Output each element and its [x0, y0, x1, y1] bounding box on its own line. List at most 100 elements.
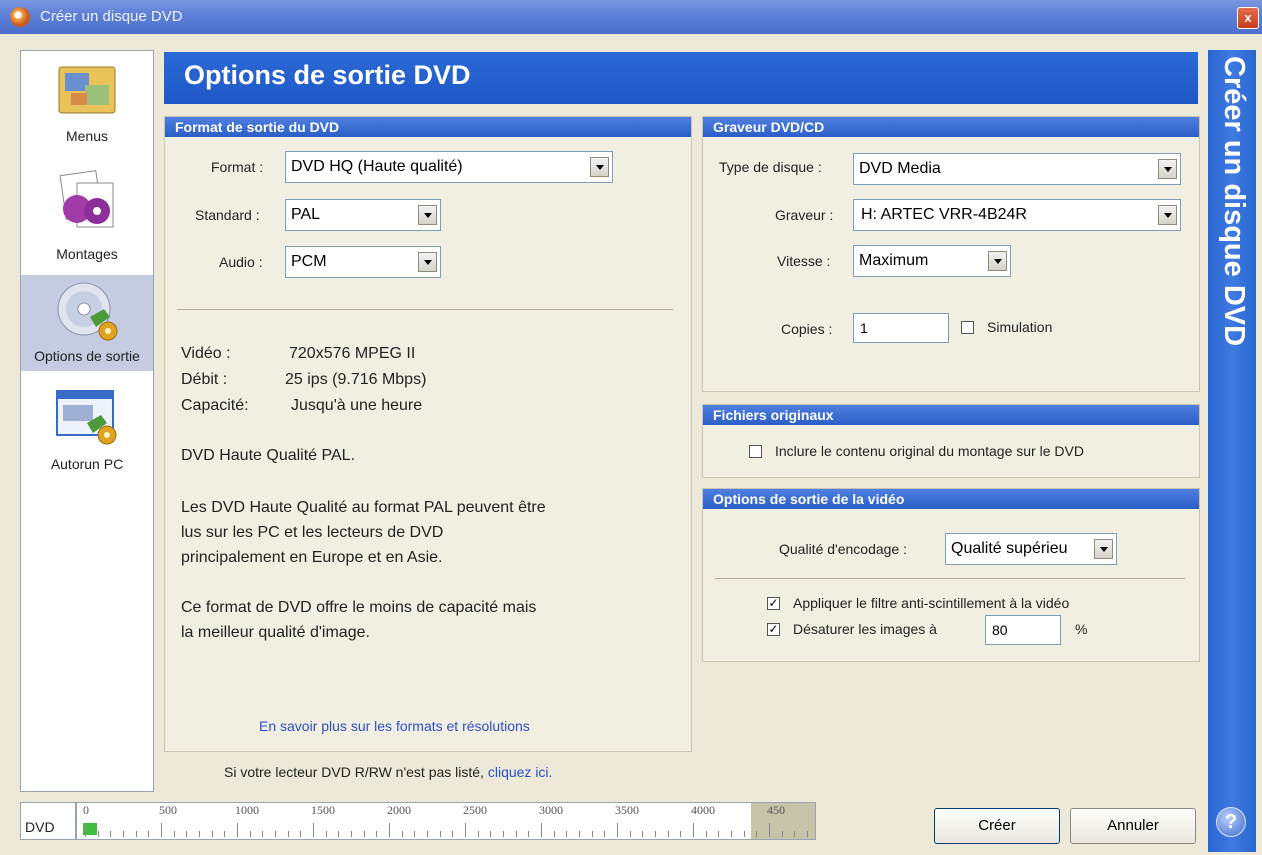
- sidebar-item-label: Menus: [65, 128, 109, 144]
- format-description-line: lus sur les PC et les lecteurs de DVD: [181, 524, 444, 541]
- disc-type-label: Type de disque :: [719, 159, 822, 175]
- title-bar: Créer un disque DVD x: [0, 0, 1262, 34]
- create-button[interactable]: Créer: [934, 808, 1060, 844]
- capacity-tick: [123, 831, 124, 837]
- capacity-tick: [465, 823, 466, 837]
- speed-select[interactable]: Maximum: [853, 245, 1011, 277]
- include-originals-label: Inclure le contenu original du montage s…: [775, 443, 1084, 459]
- capacity-tick: [617, 823, 618, 837]
- capacity-tick: [313, 823, 314, 837]
- capacity-tick: [275, 831, 276, 837]
- capacity-tick: [718, 831, 720, 837]
- sidebar-item-autorun[interactable]: Autorun PC: [21, 381, 153, 481]
- chevron-down-icon[interactable]: [418, 205, 437, 225]
- disc-type-value: DVD Media: [859, 160, 941, 177]
- desaturate-input[interactable]: 80: [985, 615, 1061, 645]
- burner-select[interactable]: H: ARTEC VRR-4B24R: [853, 199, 1181, 231]
- simulation-checkbox[interactable]: [961, 321, 974, 334]
- standard-select[interactable]: PAL: [285, 199, 441, 231]
- capacity-tick: [579, 831, 580, 837]
- video-value: 720x576 MPEG II: [289, 345, 416, 362]
- quality-select[interactable]: Qualité supérieu: [945, 533, 1117, 565]
- video-output-panel-header: Options de sortie de la vidéo: [703, 489, 1199, 509]
- capacity-tick: [503, 831, 504, 837]
- capacity-tick: [807, 831, 808, 837]
- chevron-down-icon[interactable]: [988, 251, 1007, 271]
- capacity-tick: [338, 831, 340, 837]
- format-select[interactable]: DVD HQ (Haute qualité): [285, 151, 613, 183]
- chevron-down-icon[interactable]: [418, 252, 437, 272]
- close-button[interactable]: x: [1237, 7, 1259, 29]
- audio-value: PCM: [291, 253, 327, 270]
- simulation-label: Simulation: [987, 319, 1053, 335]
- rate-label: Débit :: [181, 371, 228, 388]
- burner-value: H: ARTEC VRR-4B24R: [861, 206, 1027, 223]
- burner-label: Graveur :: [775, 207, 834, 223]
- format-description-line: Ce format de DVD offre le moins de capac…: [181, 599, 537, 616]
- capacity-tick: [300, 831, 302, 837]
- copies-input[interactable]: 1: [853, 313, 949, 343]
- help-icon[interactable]: ?: [1216, 807, 1246, 837]
- divider: [715, 578, 1185, 579]
- capacity-tick: [186, 831, 188, 837]
- capacity-tick: [541, 823, 542, 837]
- burner-panel-header: Graveur DVD/CD: [703, 117, 1199, 137]
- capacity-tick: [211, 831, 213, 837]
- capacity-tick-label: 2500: [463, 803, 487, 817]
- speed-value: Maximum: [859, 252, 929, 269]
- format-description-line: principalement en Europe et en Asie.: [181, 549, 443, 566]
- capacity-tick: [97, 831, 99, 837]
- capacity-tick: [528, 831, 530, 837]
- chevron-down-icon[interactable]: [1158, 159, 1177, 179]
- standard-label: Standard :: [195, 207, 260, 223]
- chevron-down-icon[interactable]: [1158, 205, 1177, 225]
- learn-more-link[interactable]: En savoir plus sur les formats et résolu…: [259, 718, 530, 734]
- capacity-bar-label-box: DVD: [20, 802, 76, 840]
- capacity-tick: [515, 831, 517, 837]
- capacity-tick: [604, 831, 606, 837]
- sidebar-item-menus[interactable]: Menus: [21, 57, 153, 161]
- quality-label: Qualité d'encodage :: [779, 541, 907, 557]
- capacity-tick: [591, 831, 593, 837]
- chevron-down-icon[interactable]: [590, 157, 609, 177]
- format-description-title: DVD Haute Qualité PAL.: [181, 447, 356, 464]
- format-panel-header: Format de sortie du DVD: [165, 117, 691, 137]
- cancel-button[interactable]: Annuler: [1070, 808, 1196, 844]
- capacity-tick: [173, 831, 175, 837]
- montages-icon: [59, 170, 114, 228]
- capacity-tick: [693, 823, 694, 837]
- capacity-tick: [667, 831, 669, 837]
- capacity-value: Jusqu'à une heure: [291, 397, 423, 414]
- desaturate-label: Désaturer les images à: [793, 621, 937, 637]
- capacity-tick: [756, 831, 758, 837]
- sidebar: Menus Montages Options de sortie Autorun…: [20, 50, 154, 792]
- capacity-tick: [199, 831, 200, 837]
- audio-select[interactable]: PCM: [285, 246, 441, 278]
- capacity-tick-label: 1000: [235, 803, 259, 817]
- copies-label: Copies :: [781, 321, 833, 337]
- capacity-tick: [110, 831, 112, 837]
- disc-type-select[interactable]: DVD Media: [853, 153, 1181, 185]
- rate-value: 25 ips (9.716 Mbps): [285, 371, 427, 388]
- desaturate-checkbox[interactable]: ✓: [767, 623, 780, 636]
- sidebar-item-label: Autorun PC: [50, 456, 124, 472]
- capacity-tick: [553, 831, 555, 837]
- include-originals-checkbox[interactable]: [749, 445, 762, 458]
- sidebar-item-montages[interactable]: Montages: [21, 161, 153, 273]
- capacity-tick: [743, 831, 745, 837]
- audio-label: Audio :: [219, 254, 263, 270]
- video-label: Vidéo :: [181, 345, 231, 362]
- standard-value: PAL: [291, 206, 321, 223]
- antiflicker-checkbox[interactable]: ✓: [767, 597, 780, 610]
- footer-note: Si votre lecteur DVD R/RW n'est pas list…: [224, 764, 552, 780]
- capacity-tick: [287, 831, 289, 837]
- capacity-tick: [731, 831, 732, 837]
- burner-panel: Graveur DVD/CD Type de disque : DVD Medi…: [702, 116, 1200, 392]
- chevron-down-icon[interactable]: [1094, 539, 1113, 559]
- capacity-tick-label: 2000: [387, 803, 411, 817]
- output-options-icon: [57, 282, 118, 341]
- divider: [177, 309, 673, 310]
- click-here-link[interactable]: cliquez ici.: [488, 764, 553, 780]
- sidebar-item-output-options[interactable]: Options de sortie: [21, 275, 153, 371]
- capacity-tick: [477, 831, 479, 837]
